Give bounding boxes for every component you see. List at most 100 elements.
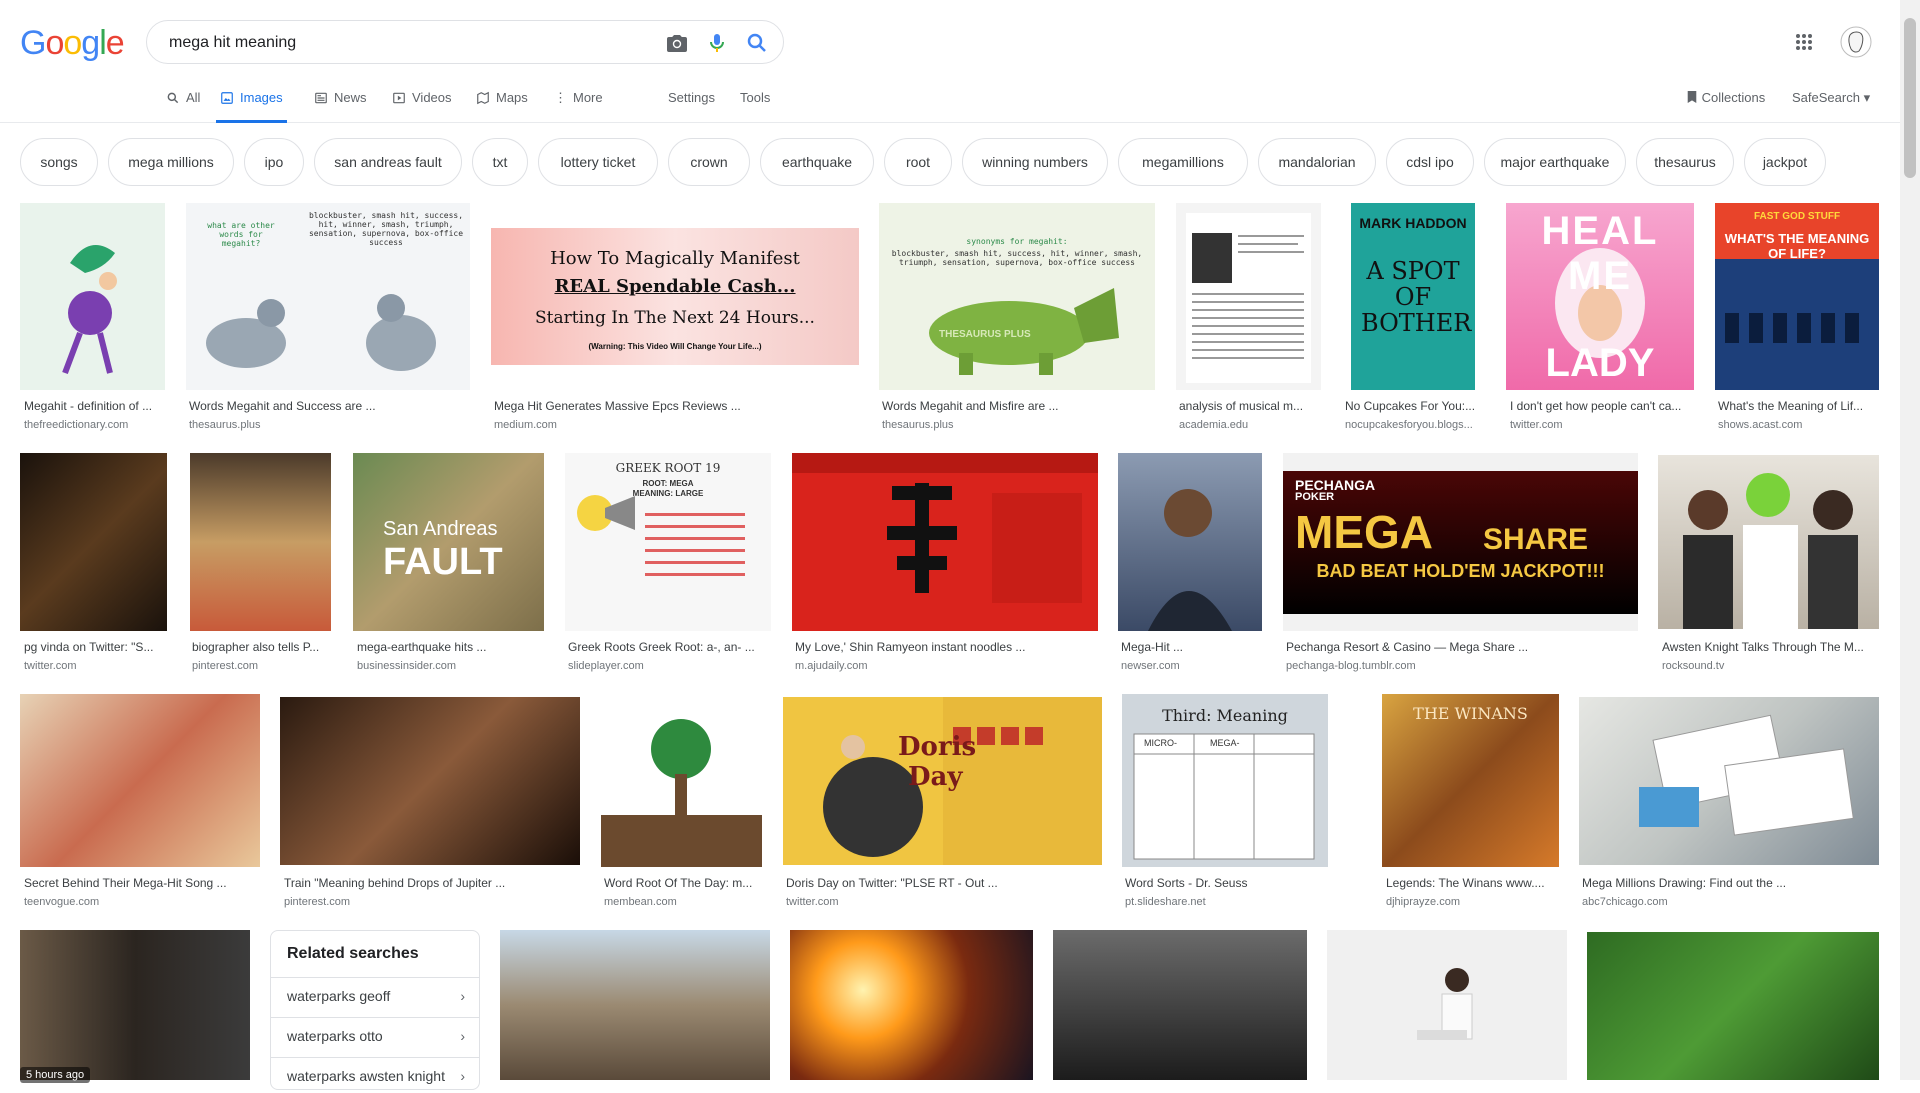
tools-link[interactable]: Tools bbox=[740, 90, 770, 120]
result-image[interactable] bbox=[20, 694, 260, 867]
result-source[interactable]: thefreedictionary.com bbox=[24, 419, 164, 431]
result-image[interactable] bbox=[190, 453, 331, 631]
result-image[interactable]: San Andreas FAULT bbox=[353, 453, 544, 631]
result-source[interactable]: pt.slideshare.net bbox=[1125, 896, 1325, 908]
chip[interactable]: ipo bbox=[244, 138, 304, 186]
result-image[interactable]: PECHANGA POKER MEGA SHARE BAD BEAT HOLD'… bbox=[1283, 453, 1638, 631]
tab-videos[interactable]: Videos bbox=[392, 90, 452, 120]
result-caption[interactable]: analysis of musical m... bbox=[1179, 399, 1319, 413]
result-caption[interactable]: Greek Roots Greek Root: a-, an- ... bbox=[568, 640, 768, 654]
result-source[interactable]: shows.acast.com bbox=[1718, 419, 1878, 431]
result-caption[interactable]: Mega-Hit ... bbox=[1121, 640, 1261, 654]
result-caption[interactable]: Word Sorts - Dr. Seuss bbox=[1125, 876, 1325, 890]
result-source[interactable]: slideplayer.com bbox=[568, 660, 768, 672]
apps-grid-icon[interactable] bbox=[1795, 33, 1813, 56]
tab-all[interactable]: All bbox=[166, 90, 200, 120]
result-image[interactable] bbox=[1658, 455, 1879, 629]
tab-images[interactable]: Images bbox=[216, 90, 287, 123]
collections-link[interactable]: Collections bbox=[1686, 90, 1765, 107]
result-source[interactable]: pechanga-blog.tumblr.com bbox=[1286, 660, 1631, 672]
result-image[interactable]: synonyms for megahit: blockbuster, smash… bbox=[879, 203, 1155, 390]
chip[interactable]: crown bbox=[668, 138, 750, 186]
result-source[interactable]: m.ajudaily.com bbox=[795, 660, 1095, 672]
google-logo[interactable]: Google bbox=[20, 24, 125, 63]
result-caption[interactable]: Pechanga Resort & Casino — Mega Share ..… bbox=[1286, 640, 1631, 654]
result-caption[interactable]: No Cupcakes For You:... bbox=[1345, 399, 1485, 413]
result-image[interactable]: MARK HADDON A SPOT OF BOTHER bbox=[1351, 203, 1475, 390]
result-caption[interactable]: mega-earthquake hits ... bbox=[357, 640, 542, 654]
chip[interactable]: winning numbers bbox=[962, 138, 1108, 186]
result-image[interactable]: Third: Meaning MICRO- MEGA- bbox=[1122, 694, 1328, 867]
result-image[interactable] bbox=[1587, 932, 1879, 1080]
result-source[interactable]: thesaurus.plus bbox=[882, 419, 1152, 431]
result-source[interactable]: pinterest.com bbox=[284, 896, 579, 908]
chip[interactable]: thesaurus bbox=[1636, 138, 1734, 186]
result-caption[interactable]: My Love,' Shin Ramyeon instant noodles .… bbox=[795, 640, 1095, 654]
result-source[interactable]: abc7chicago.com bbox=[1582, 896, 1877, 908]
result-source[interactable]: medium.com bbox=[494, 419, 834, 431]
result-source[interactable]: teenvogue.com bbox=[24, 896, 259, 908]
result-source[interactable]: twitter.com bbox=[1510, 419, 1695, 431]
result-source[interactable]: djhiprayze.com bbox=[1386, 896, 1558, 908]
result-source[interactable]: twitter.com bbox=[786, 896, 1101, 908]
result-image[interactable] bbox=[500, 930, 770, 1080]
result-caption[interactable]: Words Megahit and Misfire are ... bbox=[882, 399, 1152, 413]
tab-maps[interactable]: Maps bbox=[476, 90, 528, 120]
result-image[interactable] bbox=[20, 203, 165, 390]
scrollbar-thumb[interactable] bbox=[1904, 18, 1916, 178]
result-image[interactable] bbox=[790, 930, 1033, 1080]
search-input[interactable] bbox=[167, 31, 651, 55]
related-item[interactable]: waterparks geoff › bbox=[271, 977, 479, 1013]
safesearch-dropdown[interactable]: SafeSearch ▾ bbox=[1792, 90, 1870, 106]
related-item[interactable]: waterparks awsten knight › bbox=[271, 1057, 479, 1093]
chip[interactable]: lottery ticket bbox=[538, 138, 658, 186]
result-caption[interactable]: biographer also tells P... bbox=[192, 640, 330, 654]
result-caption[interactable]: Mega Millions Drawing: Find out the ... bbox=[1582, 876, 1877, 890]
result-image[interactable] bbox=[1579, 697, 1879, 865]
result-image[interactable] bbox=[1053, 930, 1307, 1080]
camera-icon[interactable] bbox=[665, 31, 689, 55]
result-caption[interactable]: Train "Meaning behind Drops of Jupiter .… bbox=[284, 876, 579, 890]
result-image[interactable] bbox=[1327, 930, 1567, 1080]
chip[interactable]: major earthquake bbox=[1484, 138, 1626, 186]
result-caption[interactable]: Legends: The Winans www.... bbox=[1386, 876, 1558, 890]
result-image[interactable] bbox=[1118, 453, 1262, 631]
result-source[interactable]: thesaurus.plus bbox=[189, 419, 469, 431]
result-image[interactable] bbox=[20, 930, 250, 1080]
result-caption[interactable]: Secret Behind Their Mega-Hit Song ... bbox=[24, 876, 259, 890]
result-caption[interactable]: Mega Hit Generates Massive Epcs Reviews … bbox=[494, 399, 834, 413]
related-item[interactable]: waterparks otto › bbox=[271, 1017, 479, 1053]
result-image[interactable] bbox=[792, 453, 1098, 631]
result-source[interactable]: nocupcakesforyou.blogs... bbox=[1345, 419, 1485, 431]
result-image[interactable] bbox=[1176, 203, 1321, 390]
result-caption[interactable]: Words Megahit and Success are ... bbox=[189, 399, 469, 413]
result-caption[interactable]: pg vinda on Twitter: "S... bbox=[24, 640, 164, 654]
chip[interactable]: jackpot bbox=[1744, 138, 1826, 186]
result-source[interactable]: rocksound.tv bbox=[1662, 660, 1877, 672]
result-caption[interactable]: What's the Meaning of Lif... bbox=[1718, 399, 1878, 413]
tab-more[interactable]: ⋮ More bbox=[554, 90, 603, 120]
result-caption[interactable]: I don't get how people can't ca... bbox=[1510, 399, 1695, 413]
chip[interactable]: cdsl ipo bbox=[1386, 138, 1474, 186]
result-image[interactable] bbox=[20, 453, 167, 631]
result-source[interactable]: businessinsider.com bbox=[357, 660, 542, 672]
page-scrollbar[interactable] bbox=[1900, 0, 1920, 1080]
result-source[interactable]: twitter.com bbox=[24, 660, 164, 672]
chip[interactable]: mandalorian bbox=[1258, 138, 1376, 186]
result-image[interactable]: THE WINANS bbox=[1382, 694, 1559, 867]
tab-news[interactable]: News bbox=[314, 90, 367, 120]
chip[interactable]: san andreas fault bbox=[314, 138, 462, 186]
result-image[interactable] bbox=[280, 697, 580, 865]
chip[interactable]: mega millions bbox=[108, 138, 234, 186]
result-caption[interactable]: Word Root Of The Day: m... bbox=[604, 876, 762, 890]
result-source[interactable]: newser.com bbox=[1121, 660, 1261, 672]
result-source[interactable]: membean.com bbox=[604, 896, 762, 908]
result-image[interactable]: GREEK ROOT 19 ROOT: MEGA MEANING: LARGE bbox=[565, 453, 771, 631]
result-caption[interactable]: Doris Day on Twitter: "PLSE RT - Out ... bbox=[786, 876, 1101, 890]
chip[interactable]: root bbox=[884, 138, 952, 186]
result-image[interactable]: what are other words for megahit? blockb… bbox=[186, 203, 470, 390]
avatar[interactable] bbox=[1840, 26, 1872, 63]
result-source[interactable]: academia.edu bbox=[1179, 419, 1319, 431]
settings-link[interactable]: Settings bbox=[668, 90, 715, 120]
result-image[interactable]: Doris Day bbox=[783, 697, 1102, 865]
